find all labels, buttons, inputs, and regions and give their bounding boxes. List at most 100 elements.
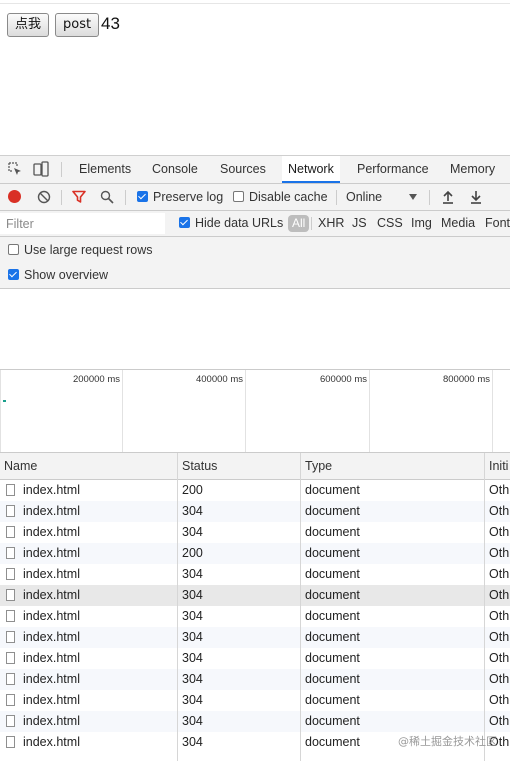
checkbox-checked-icon xyxy=(179,217,190,228)
table-row[interactable]: index.html 304 document Oth xyxy=(0,669,510,690)
export-har-icon[interactable] xyxy=(469,190,483,204)
throttling-value: Online xyxy=(346,190,383,204)
request-name: index.html xyxy=(23,630,80,644)
show-overview-checkbox[interactable]: Show overview xyxy=(8,267,108,283)
table-row[interactable]: index.html 200 document Oth xyxy=(0,543,510,564)
overview-divider xyxy=(122,370,123,452)
table-row[interactable]: index.html 304 document Oth xyxy=(0,585,510,606)
document-file-icon xyxy=(6,526,15,538)
table-row[interactable]: index.html 304 document Oth xyxy=(0,627,510,648)
import-har-icon[interactable] xyxy=(441,190,455,204)
network-toolbar: Preserve log Disable cache Online xyxy=(0,184,510,211)
throttling-select[interactable]: Online xyxy=(346,184,382,210)
column-header-name[interactable]: Name xyxy=(4,453,37,479)
checkbox-unchecked-icon xyxy=(233,191,244,202)
document-file-icon xyxy=(6,568,15,580)
request-table: Name Status Type Initi index.html 200 docu… xyxy=(0,453,510,761)
table-row[interactable]: index.html 304 document Oth xyxy=(0,711,510,732)
record-icon[interactable] xyxy=(8,190,21,203)
tab-network[interactable]: Network xyxy=(282,156,340,183)
table-row[interactable]: index.html 304 document Oth xyxy=(0,690,510,711)
document-file-icon xyxy=(6,694,15,706)
request-type: document xyxy=(305,609,360,623)
document-file-icon xyxy=(6,505,15,517)
request-type: document xyxy=(305,693,360,707)
filter-type-media[interactable]: Media xyxy=(441,211,475,236)
filter-bar: Hide data URLs All XHR JS CSS Img Media … xyxy=(0,211,510,237)
checkbox-checked-icon xyxy=(137,191,148,202)
filter-type-font[interactable]: Font xyxy=(485,211,510,236)
table-row[interactable]: index.html 304 document Oth xyxy=(0,522,510,543)
large-request-rows-checkbox[interactable]: Use large request rows xyxy=(8,242,153,258)
request-type: document xyxy=(305,567,360,581)
request-name: index.html xyxy=(23,525,80,539)
device-toolbar-icon[interactable] xyxy=(33,161,49,177)
request-status: 304 xyxy=(182,567,203,581)
document-file-icon xyxy=(6,715,15,727)
toolbar-separator xyxy=(61,190,62,205)
request-initiator: Oth xyxy=(489,609,510,623)
hide-data-urls-checkbox[interactable]: Hide data URLs xyxy=(179,211,283,236)
clear-icon[interactable] xyxy=(37,190,51,204)
filter-type-js[interactable]: JS xyxy=(352,211,367,236)
filter-type-css[interactable]: CSS xyxy=(377,211,403,236)
overview-divider xyxy=(245,370,246,452)
request-name: index.html xyxy=(23,714,80,728)
tab-sources[interactable]: Sources xyxy=(220,156,266,183)
request-initiator: Oth xyxy=(489,504,510,518)
column-header-initiator[interactable]: Initi xyxy=(489,453,508,479)
request-name: index.html xyxy=(23,504,80,518)
table-row[interactable]: index.html 304 document Oth xyxy=(0,606,510,627)
network-overview[interactable]: 200000 ms 400000 ms 600000 ms 800000 ms xyxy=(0,369,510,453)
request-initiator: Oth xyxy=(489,546,510,560)
request-type: document xyxy=(305,630,360,644)
table-row[interactable]: index.html 304 document Oth xyxy=(0,501,510,522)
column-divider xyxy=(484,453,485,761)
filter-type-all[interactable]: All xyxy=(288,215,310,232)
overview-tick-label: 400000 ms xyxy=(195,374,243,385)
filter-type-img[interactable]: Img xyxy=(411,211,432,236)
request-name: index.html xyxy=(23,588,80,602)
network-settings: Use large request rows Show overview xyxy=(0,237,510,289)
request-name: index.html xyxy=(23,546,80,560)
show-overview-label: Show overview xyxy=(24,268,109,282)
watermark: @稀土掘金技术社区 xyxy=(398,735,497,748)
disable-cache-checkbox[interactable]: Disable cache xyxy=(233,184,328,210)
tab-performance[interactable]: Performance xyxy=(357,156,429,183)
overview-tick-label: 600000 ms xyxy=(319,374,367,385)
document-file-icon xyxy=(6,673,15,685)
table-row[interactable]: index.html 200 document Oth xyxy=(0,480,510,501)
request-initiator: Oth xyxy=(489,672,510,686)
filter-type-xhr[interactable]: XHR xyxy=(318,211,344,236)
tab-memory[interactable]: Memory xyxy=(450,156,495,183)
request-type: document xyxy=(305,504,360,518)
request-name: index.html xyxy=(23,735,80,749)
request-initiator: Oth xyxy=(489,714,510,728)
search-icon[interactable] xyxy=(100,190,114,204)
dropdown-arrow-icon[interactable] xyxy=(409,194,417,200)
overview-divider xyxy=(0,370,1,452)
inspect-element-icon[interactable] xyxy=(8,162,22,176)
tab-elements[interactable]: Elements xyxy=(79,156,131,183)
filter-icon[interactable] xyxy=(72,190,86,204)
post-button[interactable]: post xyxy=(55,13,100,37)
table-row[interactable]: index.html 304 document Oth xyxy=(0,648,510,669)
checkbox-checked-icon xyxy=(8,269,19,280)
request-initiator: Oth xyxy=(489,588,510,602)
filter-input[interactable] xyxy=(0,213,165,234)
request-status: 304 xyxy=(182,651,203,665)
document-file-icon xyxy=(6,652,15,664)
request-initiator: Oth xyxy=(489,567,510,581)
column-header-status[interactable]: Status xyxy=(182,453,217,479)
click-me-button[interactable]: 点我 xyxy=(7,13,50,37)
overview-divider xyxy=(369,370,370,452)
document-file-icon xyxy=(6,610,15,622)
preserve-log-checkbox[interactable]: Preserve log xyxy=(137,184,223,210)
request-initiator: Oth xyxy=(489,483,510,497)
table-row[interactable]: index.html 304 document Oth xyxy=(0,564,510,585)
request-type: document xyxy=(305,672,360,686)
tab-console[interactable]: Console xyxy=(152,156,198,183)
request-initiator: Oth xyxy=(489,525,510,539)
column-header-type[interactable]: Type xyxy=(305,453,332,479)
request-status: 304 xyxy=(182,630,203,644)
